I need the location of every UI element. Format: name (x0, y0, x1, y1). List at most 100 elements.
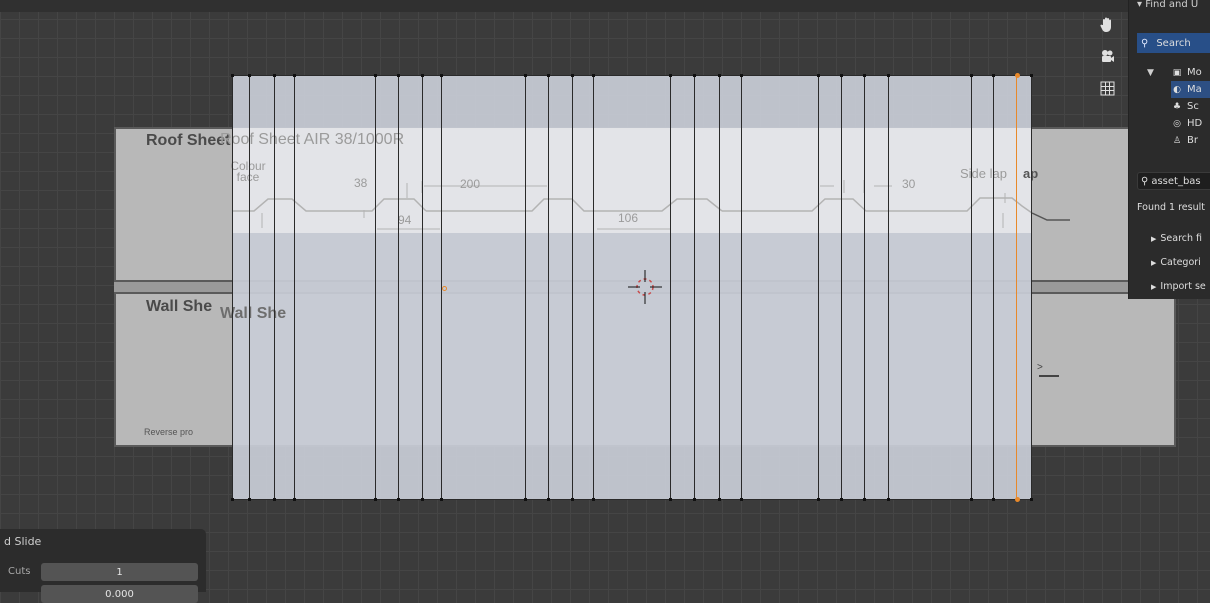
vertex[interactable] (863, 498, 866, 501)
vertex[interactable] (421, 498, 424, 501)
vertex[interactable] (840, 498, 843, 501)
edge-loop[interactable] (971, 75, 972, 500)
collapsed-section-search-filter[interactable]: ▶ Search fi (1151, 233, 1202, 244)
vertex[interactable] (231, 74, 234, 77)
list-item-scene[interactable]: ♣ Sc (1171, 98, 1210, 115)
vertex[interactable] (571, 74, 574, 77)
vertex[interactable] (273, 74, 276, 77)
vertex[interactable] (740, 498, 743, 501)
vertex[interactable] (817, 74, 820, 77)
vertex[interactable] (669, 498, 672, 501)
cuts-field[interactable]: 1 (41, 563, 198, 581)
vertex[interactable] (231, 498, 234, 501)
expand-arrow-icon: ▶ (1151, 259, 1157, 267)
camera-icon[interactable] (1097, 47, 1117, 67)
edge-loop[interactable] (294, 75, 295, 500)
vertex[interactable] (421, 74, 424, 77)
active-vertex-top[interactable] (1015, 73, 1020, 78)
asset-search-field[interactable]: ⚲ asset_bas (1137, 172, 1210, 190)
collapsed-section-import[interactable]: ▶ Import se (1151, 281, 1206, 292)
grid-icon[interactable] (1097, 78, 1117, 98)
vertex[interactable] (887, 74, 890, 77)
panel-header[interactable]: ▾ Find and U (1137, 0, 1198, 10)
factor-field[interactable]: 0.000 (41, 585, 198, 603)
vertex[interactable] (693, 498, 696, 501)
edge-loop[interactable] (525, 75, 526, 500)
vertex[interactable] (397, 498, 400, 501)
edge-loop[interactable] (398, 75, 399, 500)
active-vertex-bottom[interactable] (1015, 497, 1020, 502)
vertex[interactable] (248, 498, 251, 501)
vertex[interactable] (440, 74, 443, 77)
expand-arrow-icon[interactable]: ▼ (1147, 68, 1154, 78)
vertex[interactable] (970, 498, 973, 501)
asset-side-panel[interactable]: ▾ Find and U ⚲ Search ▼ ▣ Mo ◐ Ma ♣ Sc ◎ HD … (1128, 0, 1210, 299)
operator-panel[interactable]: d Slide Cuts 1 0.000 (0, 529, 206, 603)
vertex[interactable] (992, 498, 995, 501)
vertex[interactable] (374, 498, 377, 501)
vertex[interactable] (718, 498, 721, 501)
vertex[interactable] (374, 74, 377, 77)
vertex[interactable] (863, 74, 866, 77)
vertex[interactable] (592, 74, 595, 77)
edge-loop[interactable] (274, 75, 275, 500)
vertex[interactable] (887, 498, 890, 501)
list-item-mesh[interactable]: ▣ Mo (1171, 64, 1210, 81)
vertex[interactable] (592, 498, 595, 501)
vertex[interactable] (817, 498, 820, 501)
vertex[interactable] (693, 74, 696, 77)
vertex[interactable] (571, 498, 574, 501)
edge-loop[interactable] (593, 75, 594, 500)
material-icon: ◐ (1173, 84, 1181, 95)
vertex[interactable] (440, 498, 443, 501)
vertex[interactable] (547, 498, 550, 501)
vertex[interactable] (524, 74, 527, 77)
search-label: Search (1156, 37, 1191, 49)
vertex[interactable] (273, 498, 276, 501)
vertex[interactable] (1030, 498, 1033, 501)
vertex[interactable] (248, 74, 251, 77)
edge-loop[interactable] (841, 75, 842, 500)
edge-loop[interactable] (818, 75, 819, 500)
vertex[interactable] (992, 74, 995, 77)
list-item-brush[interactable]: ♙ Br (1171, 132, 1210, 149)
edge-loop[interactable] (249, 75, 250, 500)
edge-loop[interactable] (670, 75, 671, 500)
3d-cursor[interactable] (628, 270, 662, 304)
vertex[interactable] (397, 74, 400, 77)
search-icon: ⚲ (1141, 37, 1149, 49)
active-edge-loop[interactable] (1016, 75, 1017, 500)
edge-loop[interactable] (694, 75, 695, 500)
mesh-edge-top[interactable] (232, 75, 1032, 76)
edge-loop[interactable] (864, 75, 865, 500)
edge-loop[interactable] (375, 75, 376, 500)
edge-loop[interactable] (741, 75, 742, 500)
category-list[interactable]: ▣ Mo ◐ Ma ♣ Sc ◎ HD ♙ Br (1171, 64, 1210, 149)
vertex[interactable] (1030, 74, 1033, 77)
search-button[interactable]: ⚲ Search (1137, 33, 1210, 53)
section-label: Import se (1160, 281, 1206, 292)
mesh-edge-bottom[interactable] (232, 499, 1032, 500)
vertex[interactable] (740, 74, 743, 77)
vertex[interactable] (293, 498, 296, 501)
vertex[interactable] (840, 74, 843, 77)
edge-loop[interactable] (548, 75, 549, 500)
vertex[interactable] (970, 74, 973, 77)
list-item-hdri[interactable]: ◎ HD (1171, 115, 1210, 132)
expand-arrow-icon: ▶ (1151, 283, 1157, 291)
hand-icon[interactable] (1097, 15, 1117, 35)
edge-loop[interactable] (422, 75, 423, 500)
vertex[interactable] (718, 74, 721, 77)
edge-loop[interactable] (888, 75, 889, 500)
edge-loop[interactable] (572, 75, 573, 500)
vertex[interactable] (669, 74, 672, 77)
vertex[interactable] (524, 498, 527, 501)
vertex[interactable] (293, 74, 296, 77)
edge-loop[interactable] (232, 75, 233, 500)
edge-loop[interactable] (719, 75, 720, 500)
collapsed-section-categories[interactable]: ▶ Categori (1151, 257, 1201, 268)
vertex[interactable] (547, 74, 550, 77)
edge-loop[interactable] (993, 75, 994, 500)
list-item-material[interactable]: ◐ Ma (1171, 81, 1210, 98)
edge-loop[interactable] (1031, 75, 1032, 500)
